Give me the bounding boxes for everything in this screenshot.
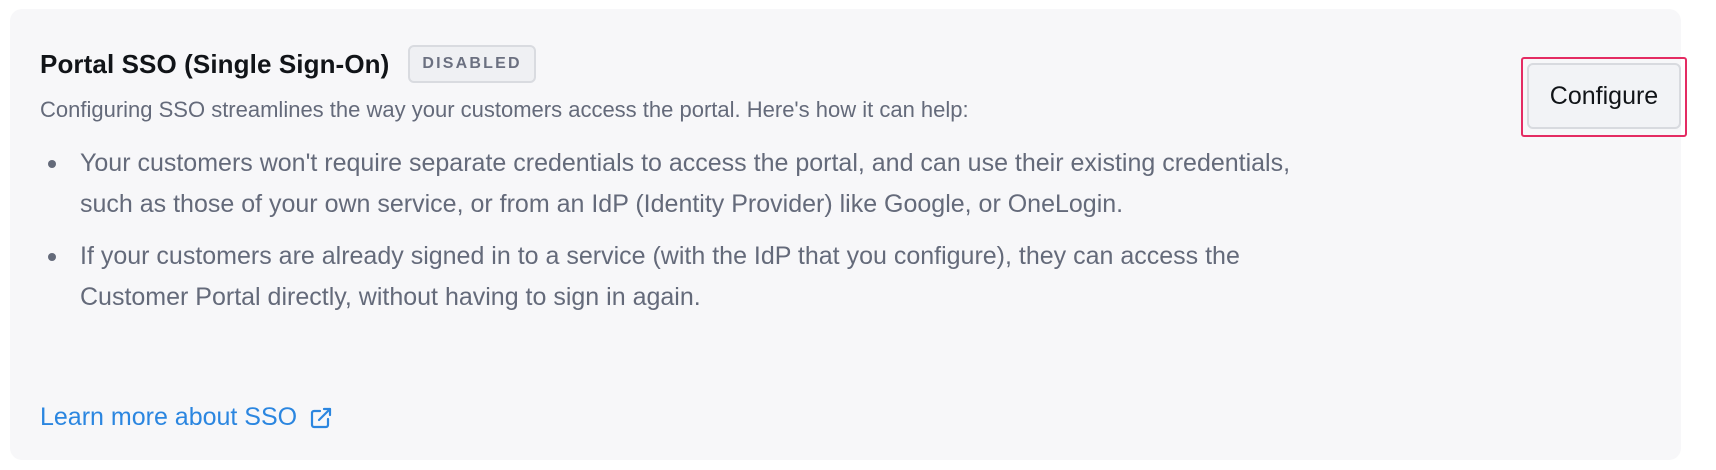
external-link-icon [310,407,332,428]
intro-text: Configuring SSO streamlines the way your… [40,97,969,122]
sso-content: Portal SSO (Single Sign-On) DISABLED Con… [40,43,1340,329]
sso-settings-card: Portal SSO (Single Sign-On) DISABLED Con… [10,9,1687,460]
learn-more-label: Learn more about SSO [40,403,298,431]
list-item: Your customers won't require separate cr… [48,143,1340,225]
benefits-list: Your customers won't require separate cr… [40,143,1340,318]
list-item-text: If your customers are already signed in … [80,242,1240,311]
status-badge: DISABLED [408,45,536,83]
bullet-icon [48,160,56,168]
section-title: Portal SSO (Single Sign-On) [40,48,390,79]
configure-button[interactable]: Configure [1527,63,1681,129]
learn-more-link[interactable]: Learn more about SSO [40,403,333,432]
bullet-icon [48,253,56,261]
title-row: Portal SSO (Single Sign-On) DISABLED [40,43,1340,85]
list-item-text: Your customers won't require separate cr… [80,149,1291,218]
list-item: If your customers are already signed in … [48,236,1340,318]
